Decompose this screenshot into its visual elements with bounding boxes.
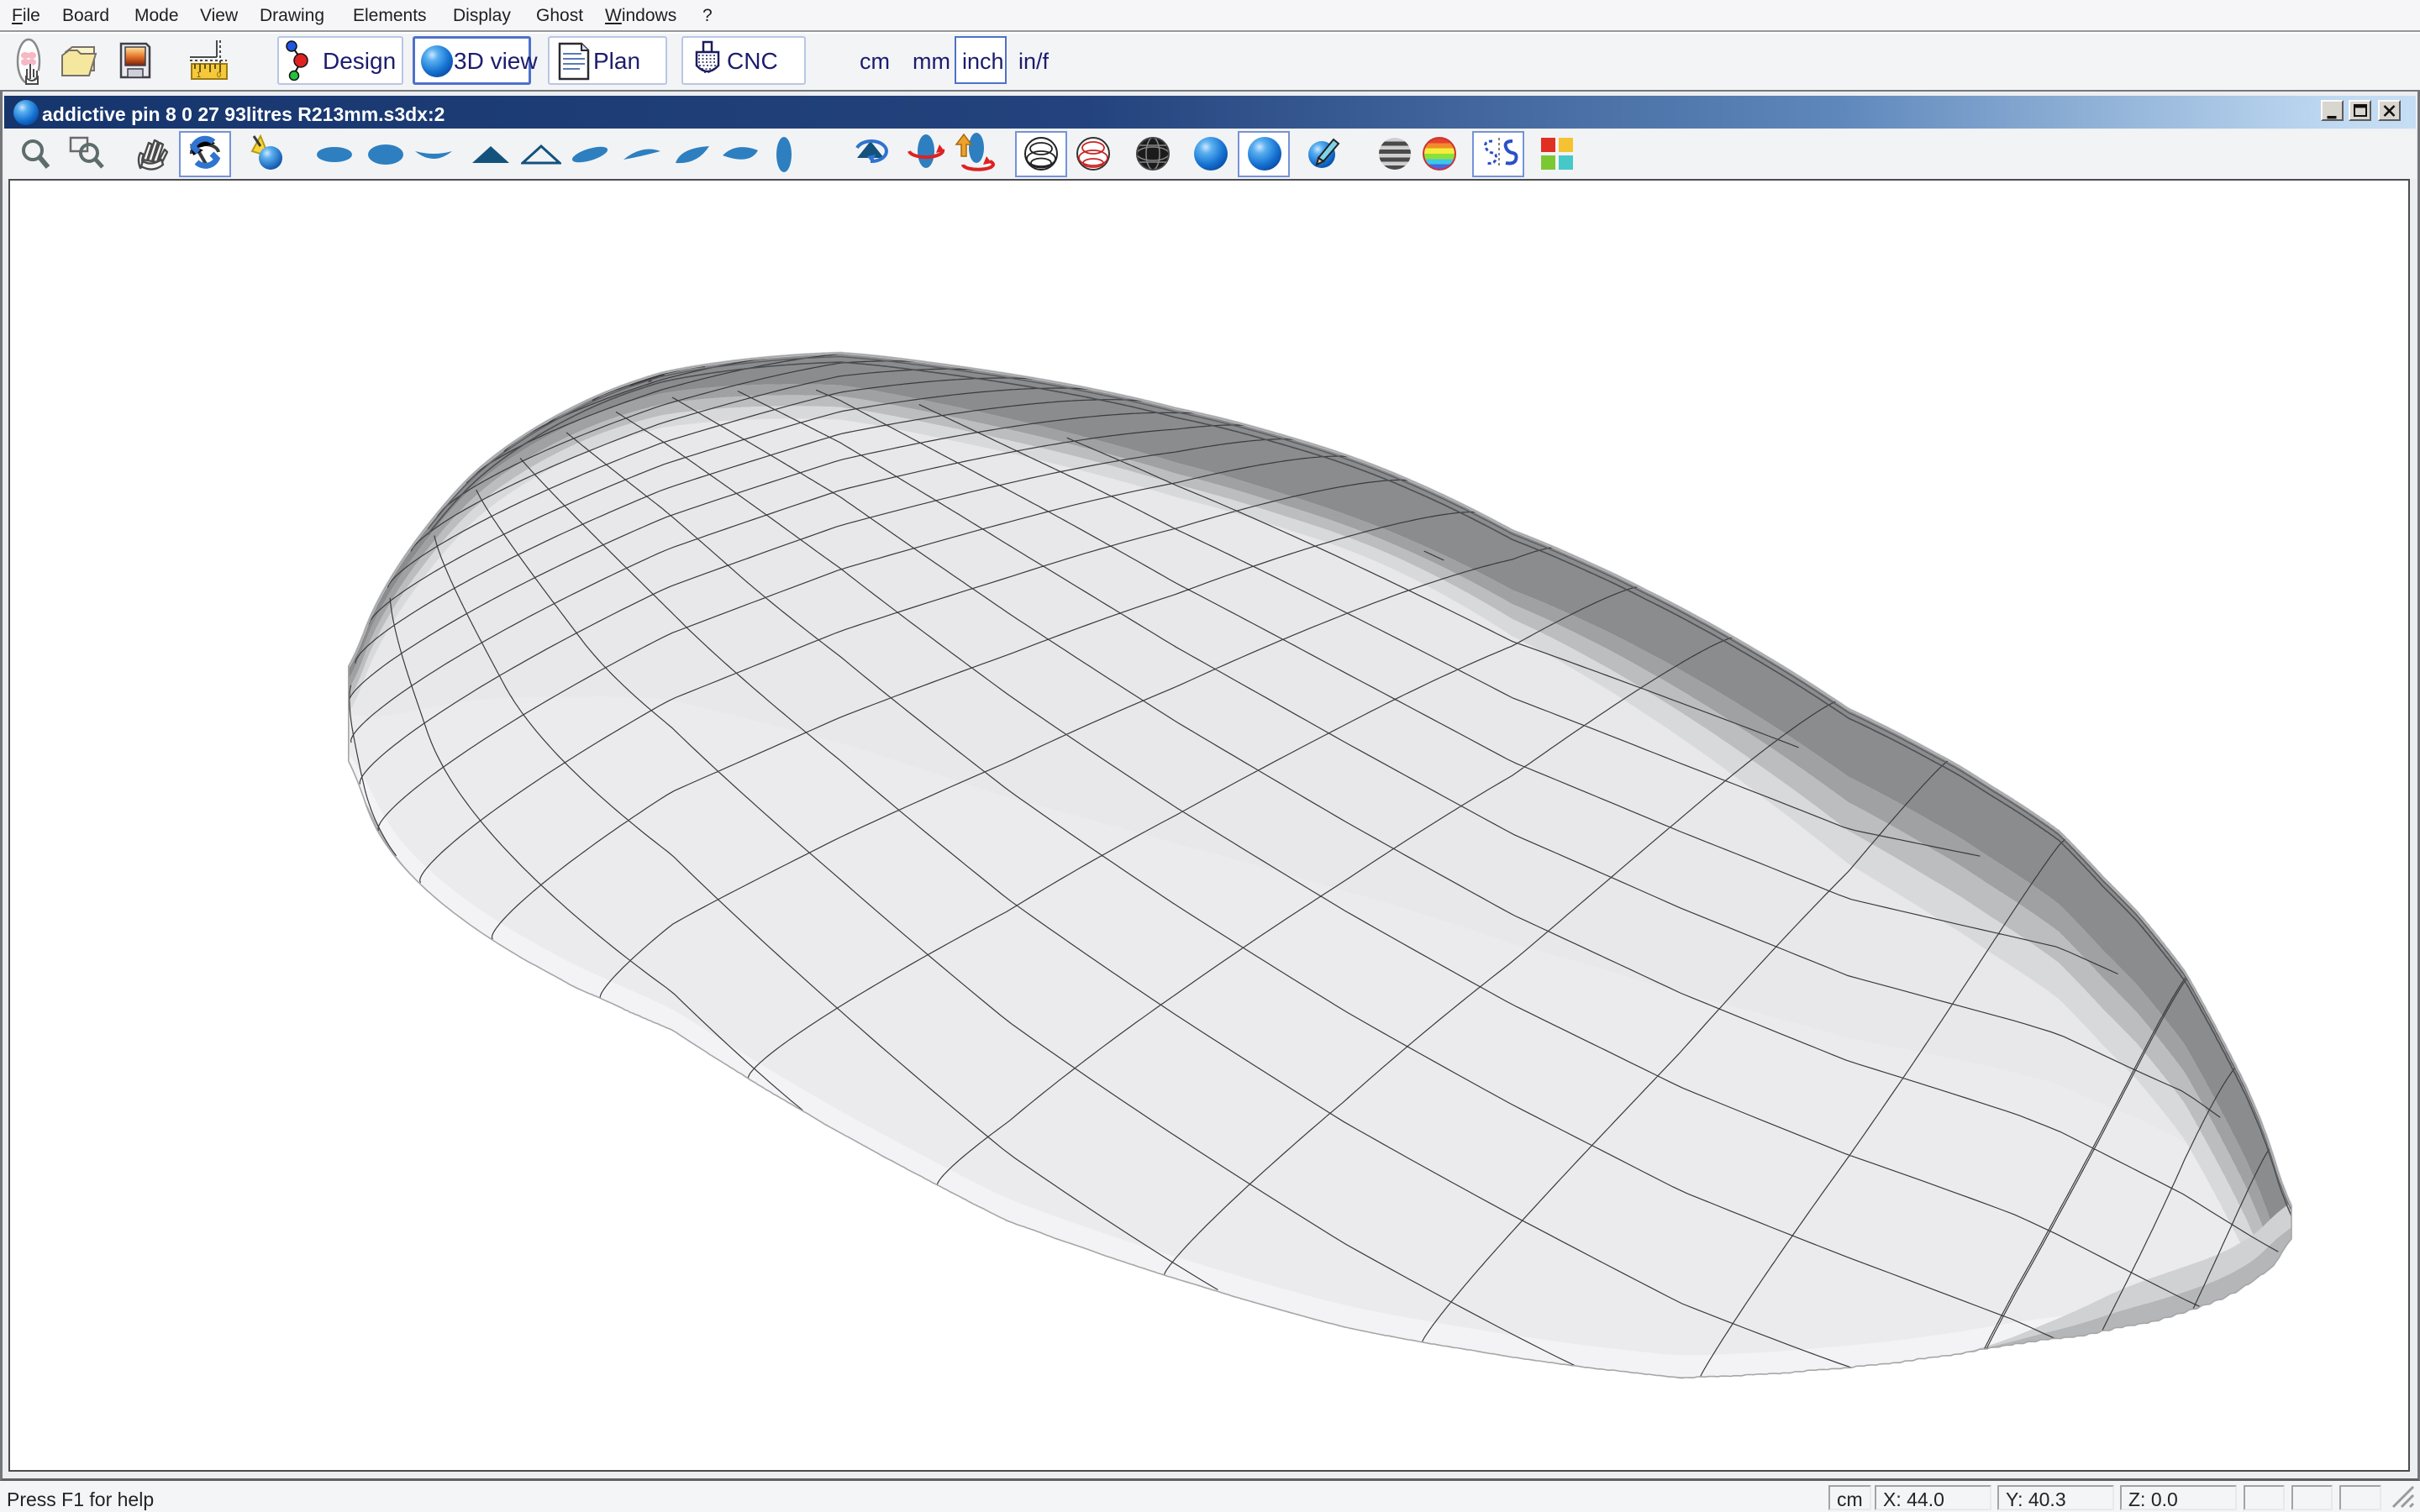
svg-text:1: 1 [197, 71, 201, 79]
svg-text:0: 0 [217, 71, 221, 79]
